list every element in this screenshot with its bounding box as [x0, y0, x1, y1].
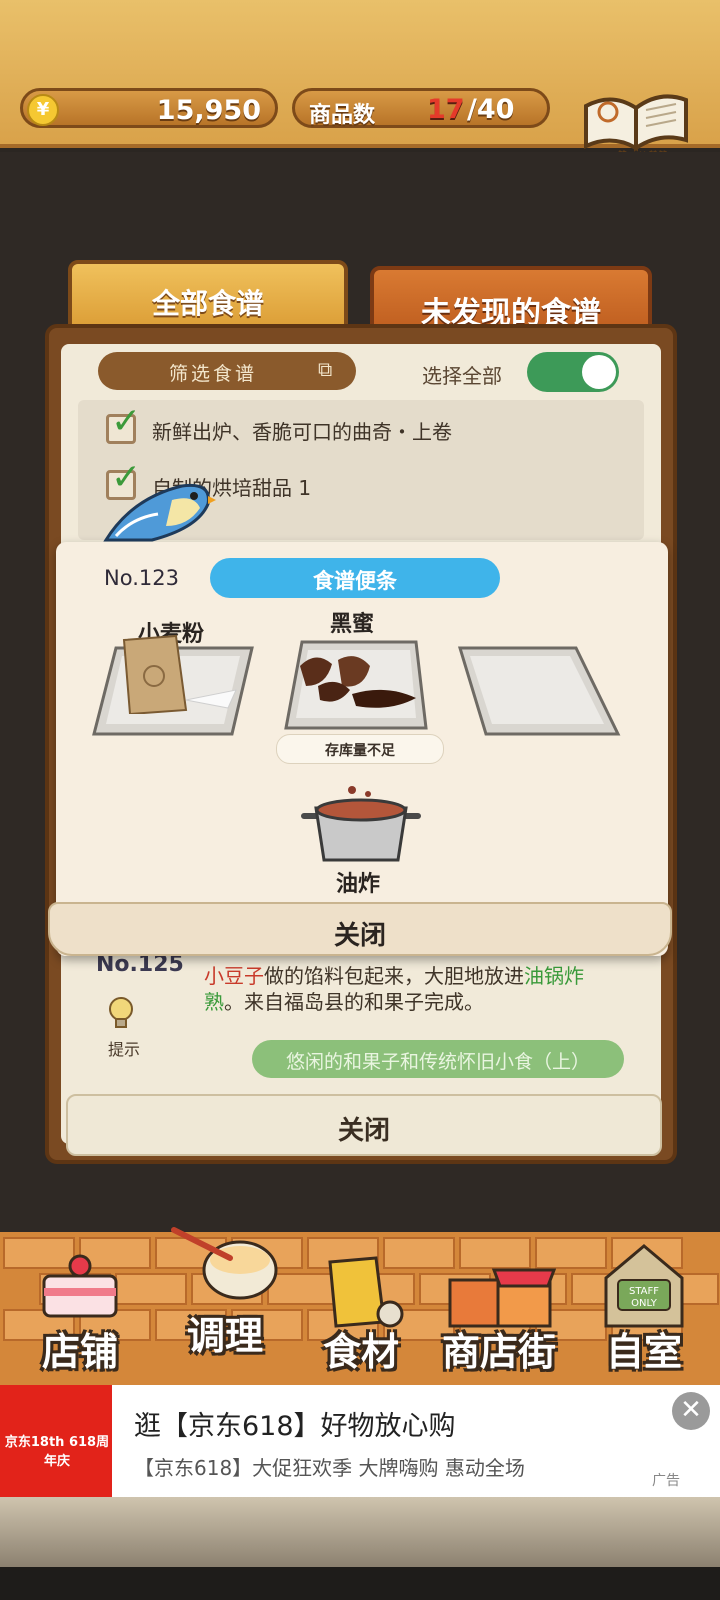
description-text: 。来自福岛县的和果子完成。: [224, 990, 484, 1014]
recipe-description-line2: 熟。来自福岛县的和果子完成。: [204, 986, 644, 1015]
toggle-knob: [582, 355, 616, 389]
modal-close-button[interactable]: 关闭: [48, 902, 672, 956]
description-text: 做的馅料包起来，大胆地放进: [264, 964, 524, 988]
shop-street-icon: [448, 1268, 556, 1328]
lightbulb-icon[interactable]: [106, 996, 136, 1032]
category-badge: 悠闲的和果子和传统怀旧小食（上）: [252, 1040, 624, 1078]
goods-label: 商品数: [309, 103, 376, 128]
ingredient-bag-icon: [328, 1256, 404, 1328]
ad-close-icon[interactable]: ✕: [672, 1392, 710, 1430]
list-item-label: 新鲜出炉、香脆可口的曲奇・上卷: [152, 420, 452, 444]
coin-counter: ¥ 15,950: [20, 88, 278, 128]
modal-title-badge: 食谱便条: [210, 558, 500, 598]
modal-title: 食谱便条: [313, 569, 397, 593]
checkbox[interactable]: ✓: [106, 401, 141, 444]
panel-close-button[interactable]: 关闭: [66, 1094, 662, 1156]
goods-total: /40: [467, 94, 515, 125]
nav-my-room-label: 自室: [605, 1330, 682, 1374]
coin-value: 15,950: [156, 95, 261, 126]
modal-recipe-number: No.123: [104, 566, 179, 590]
brown-syrup-icon: [300, 656, 416, 708]
staff-room-icon: STAFF ONLY: [604, 1244, 684, 1328]
nav-cooking[interactable]: 调理: [160, 1227, 290, 1382]
nav-shop-label: 店铺: [41, 1330, 118, 1374]
nav-shopping-street[interactable]: 商店街: [424, 1232, 574, 1382]
svg-text:STAFF: STAFF: [629, 1286, 659, 1297]
frying-pot-icon: [300, 782, 422, 866]
hint-label: 提示: [108, 1040, 141, 1059]
external-link-icon: ⧉: [318, 357, 333, 381]
empty-tray-icon: [457, 646, 621, 736]
ad-tag: 广告: [652, 1473, 680, 1489]
method-highlight: 油锅炸: [524, 964, 584, 988]
stock-insufficient-badge: 存库量不足: [276, 734, 444, 764]
mixing-bowl-icon: [171, 1227, 278, 1300]
ad-logo-text: 京东18th 618周年庆: [4, 1435, 110, 1469]
select-all-label: 选择全部: [422, 364, 502, 388]
modal-close-label: 关闭: [333, 921, 386, 951]
empty-ingredient-slot[interactable]: [456, 644, 622, 736]
ingredient-highlight: 小豆子: [204, 964, 264, 988]
list-item[interactable]: ✓ 新鲜出炉、香脆可口的曲奇・上卷: [106, 401, 626, 448]
category-label: 悠闲的和果子和传统怀旧小食（上）: [285, 1051, 590, 1073]
cooking-method-label: 油炸: [336, 872, 381, 897]
goods-count: 17: [427, 94, 465, 125]
bluebird-mascot-icon: [102, 478, 216, 544]
checkmark-icon: ✓: [111, 401, 142, 442]
nav-my-room[interactable]: STAFF ONLY 自室: [584, 1232, 704, 1382]
ingredient-slot[interactable]: [276, 638, 442, 730]
cake-icon: [42, 1254, 118, 1318]
filter-recipes-button[interactable]: 筛选食谱 ⧉: [98, 352, 356, 390]
filter-label: 筛选食谱: [168, 363, 257, 385]
method-highlight: 熟: [204, 990, 224, 1014]
stock-insufficient-label: 存库量不足: [325, 743, 395, 759]
goods-counter: 商品数 17 /40: [292, 88, 550, 128]
floor-background: [0, 1497, 720, 1567]
select-all-toggle[interactable]: [527, 352, 619, 392]
nav-ingredients[interactable]: 食材: [306, 1232, 416, 1382]
ad-title[interactable]: 逛【京东618】好物放心购: [134, 1404, 456, 1443]
ad-logo: 京东18th 618周年庆: [0, 1385, 112, 1497]
ingredient-label: 黑蜜: [330, 612, 375, 637]
ingredient-slot[interactable]: [90, 634, 256, 736]
nav-shopping-street-label: 商店街: [441, 1330, 556, 1374]
panel-close-label: 关闭: [337, 1116, 390, 1146]
nav-ingredients-label: 食材: [322, 1330, 399, 1374]
nav-cooking-label: 调理: [186, 1314, 263, 1358]
coin-icon: ¥: [27, 94, 59, 126]
flour-bag-icon: [122, 634, 237, 714]
tab-all-recipes-label: 全部食谱: [151, 287, 264, 320]
ad-subtitle: 【京东618】大促狂欢季 大牌嗨购 惠动全场: [134, 1456, 525, 1480]
nav-shop[interactable]: 店铺: [20, 1232, 140, 1382]
svg-text:ONLY: ONLY: [631, 1298, 658, 1309]
recipe-description-line1: 小豆子做的馅料包起来，大胆地放进油锅炸: [204, 960, 644, 989]
